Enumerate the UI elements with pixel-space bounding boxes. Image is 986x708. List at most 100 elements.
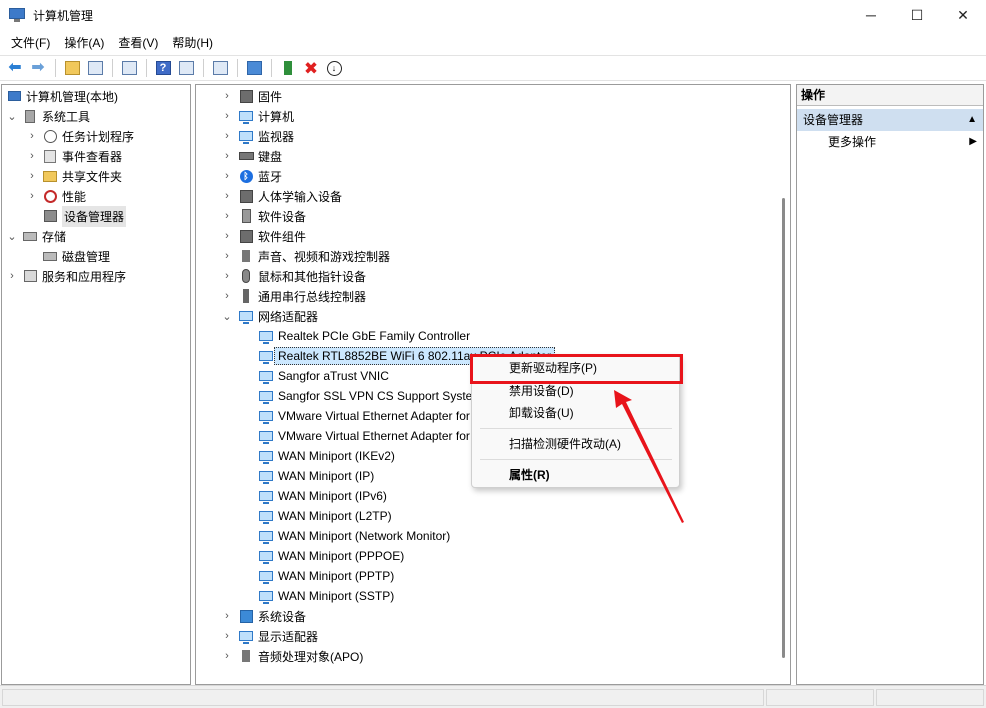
tree-item-root[interactable]: 计算机管理(本地)	[4, 86, 118, 106]
toolbar-separator	[55, 59, 56, 77]
device-item[interactable]: Realtek PCIe GbE Family Controller	[254, 326, 470, 346]
tree-item-storage[interactable]: ⌄ 存储	[6, 226, 66, 246]
actions-section-device-manager[interactable]: 设备管理器 ▲	[797, 109, 983, 131]
maximize-button[interactable]: ☐	[894, 0, 940, 30]
device-item[interactable]: WAN Miniport (PPTP)	[254, 566, 394, 586]
device-category-firmware[interactable]: › 固件	[220, 86, 282, 106]
uninstall-icon: ✖	[303, 58, 319, 78]
tree-item-event-viewer[interactable]: › 事件查看器	[26, 146, 122, 166]
network-adapter-icon	[258, 349, 274, 364]
software-device-icon	[238, 209, 254, 224]
show-hide-tree-button[interactable]	[84, 57, 106, 79]
export-list-button[interactable]	[118, 57, 140, 79]
device-category-sound[interactable]: › 声音、视频和游戏控制器	[220, 246, 390, 266]
chevron-right-icon[interactable]: ›	[6, 270, 18, 282]
category-label: 音频处理对象(APO)	[258, 649, 364, 664]
menu-view[interactable]: 查看(V)	[111, 32, 165, 54]
menu-action[interactable]: 操作(A)	[57, 32, 111, 54]
chevron-right-icon[interactable]: ›	[220, 190, 234, 202]
chevron-right-icon[interactable]: ›	[220, 230, 234, 242]
menu-help[interactable]: 帮助(H)	[165, 32, 220, 54]
chevron-right-icon[interactable]: ›	[220, 650, 234, 662]
device-category-network-adapters[interactable]: ⌄ 网络适配器	[220, 306, 318, 326]
scan-hardware-button[interactable]	[243, 57, 265, 79]
device-category-monitors[interactable]: › 监视器	[220, 126, 294, 146]
device-item[interactable]: WAN Miniport (Network Monitor)	[254, 526, 450, 546]
minimize-button[interactable]: ─	[848, 0, 894, 30]
chevron-right-icon[interactable]: ›	[220, 270, 234, 282]
speaker-icon	[238, 249, 254, 264]
category-label: 软件设备	[258, 209, 307, 224]
chevron-right-icon[interactable]: ›	[26, 170, 38, 182]
device-item[interactable]: WAN Miniport (IPv6)	[254, 486, 387, 506]
chevron-down-icon[interactable]: ⌄	[6, 230, 18, 243]
menu-file[interactable]: 文件(F)	[4, 32, 57, 54]
chevron-right-icon[interactable]: ›	[220, 170, 234, 182]
tree-item-device-manager[interactable]: 设备管理器	[26, 205, 127, 227]
chevron-right-icon[interactable]: ›	[220, 150, 234, 162]
device-item[interactable]: WAN Miniport (PPPOE)	[254, 546, 404, 566]
device-manager-icon	[42, 208, 58, 224]
chevron-right-icon[interactable]: ›	[26, 150, 38, 162]
help-button[interactable]: ?	[152, 57, 174, 79]
device-category-hid[interactable]: › 人体学输入设备	[220, 186, 342, 206]
update-driver-button[interactable]	[277, 57, 299, 79]
chevron-right-icon[interactable]: ›	[220, 130, 234, 142]
device-item[interactable]: WAN Miniport (SSTP)	[254, 586, 394, 606]
collapse-arrow-icon[interactable]: ▲	[967, 109, 977, 131]
device-category-mice[interactable]: › 鼠标和其他指针设备	[220, 266, 366, 286]
chevron-right-icon[interactable]: ›	[26, 190, 38, 202]
back-button[interactable]: ⬅	[4, 57, 26, 79]
device-label: WAN Miniport (PPTP)	[278, 569, 395, 583]
chevron-right-icon[interactable]: ›	[26, 130, 38, 142]
up-level-button[interactable]	[61, 57, 83, 79]
more-actions-item[interactable]: 更多操作 ▶	[797, 131, 983, 153]
chevron-right-icon[interactable]: ›	[220, 110, 234, 122]
device-item[interactable]: Sangfor aTrust VNIC	[254, 366, 389, 386]
category-label: 声音、视频和游戏控制器	[258, 249, 391, 264]
chevron-right-icon[interactable]: ›	[220, 250, 234, 262]
scrollbar-thumb[interactable]	[782, 198, 785, 658]
network-adapter-icon	[258, 449, 274, 464]
device-category-bluetooth[interactable]: › ᛒ 蓝牙	[220, 166, 282, 186]
toolbar: ⬅ ➡ ? ✖ ↓	[0, 55, 986, 81]
category-label: 计算机	[258, 109, 295, 124]
device-item[interactable]: WAN Miniport (IKEv2)	[254, 446, 395, 466]
uninstall-button[interactable]: ✖	[300, 57, 322, 79]
device-category-apo[interactable]: › 音频处理对象(APO)	[220, 646, 363, 666]
device-category-computer[interactable]: › 计算机	[220, 106, 294, 126]
refresh-button[interactable]	[209, 57, 231, 79]
chevron-right-icon[interactable]: ›	[220, 90, 234, 102]
tree-item-services-apps[interactable]: › 服务和应用程序	[6, 266, 126, 286]
properties-button[interactable]	[175, 57, 197, 79]
device-category-display-adapters[interactable]: › 显示适配器	[220, 626, 318, 646]
tree-item-disk-management[interactable]: 磁盘管理	[26, 246, 110, 266]
display-adapter-icon	[238, 629, 254, 644]
software-component-icon	[238, 229, 254, 244]
network-adapter-warning-icon	[258, 369, 274, 384]
chevron-down-icon[interactable]: ⌄	[6, 110, 18, 123]
tree-item-performance[interactable]: › 性能	[26, 186, 86, 206]
monitor-icon	[246, 61, 262, 75]
device-category-software-devices[interactable]: › 软件设备	[220, 206, 306, 226]
disable-button[interactable]: ↓	[323, 57, 345, 79]
tree-item-label: 共享文件夹	[62, 169, 123, 184]
device-item[interactable]: WAN Miniport (IP)	[254, 466, 374, 486]
chevron-right-icon[interactable]: ›	[220, 210, 234, 222]
device-item[interactable]: WAN Miniport (L2TP)	[254, 506, 392, 526]
computer-icon	[238, 109, 254, 124]
tree-item-task-scheduler[interactable]: › 任务计划程序	[26, 126, 134, 146]
device-category-keyboards[interactable]: › 键盘	[220, 146, 282, 166]
device-category-usb[interactable]: › 通用串行总线控制器	[220, 286, 366, 306]
close-button[interactable]: ✕	[940, 0, 986, 30]
tree-item-system-tools[interactable]: ⌄ 系统工具	[6, 106, 90, 126]
tree-item-shared-folders[interactable]: › 共享文件夹	[26, 166, 122, 186]
chevron-right-icon[interactable]: ›	[220, 610, 234, 622]
chevron-right-icon[interactable]: ›	[220, 630, 234, 642]
device-category-system-devices[interactable]: › 系统设备	[220, 606, 306, 626]
chevron-down-icon[interactable]: ⌄	[220, 310, 234, 323]
chevron-right-icon[interactable]: ›	[220, 290, 234, 302]
device-category-software-components[interactable]: › 软件组件	[220, 226, 306, 246]
forward-button[interactable]: ➡	[27, 57, 49, 79]
vertical-scrollbar[interactable]	[777, 84, 791, 685]
